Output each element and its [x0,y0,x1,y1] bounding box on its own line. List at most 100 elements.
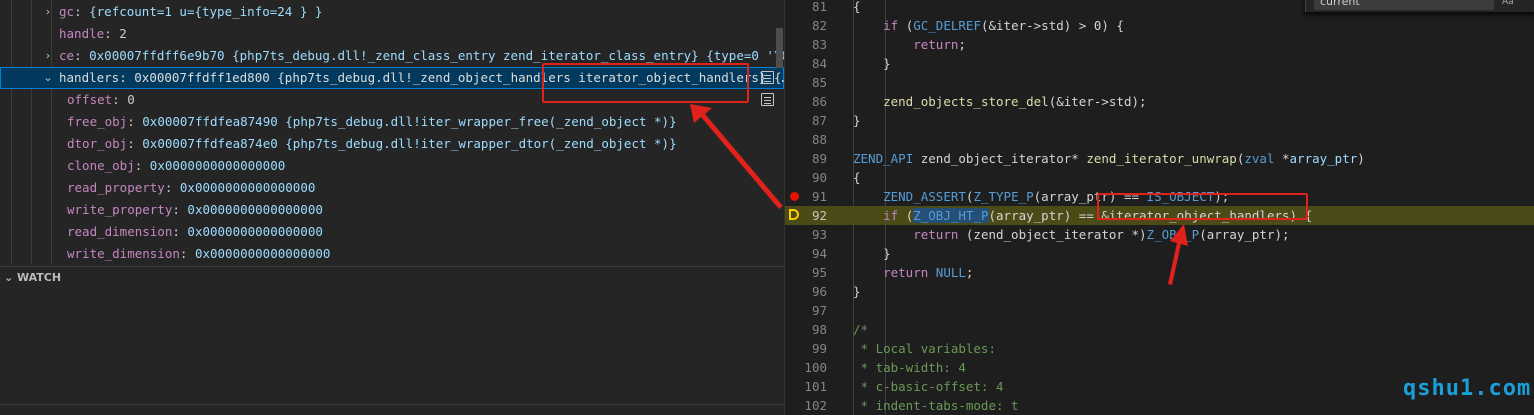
find-widget: current Aa [1305,0,1534,12]
line-number: 91 [811,189,827,204]
line-number: 101 [804,379,827,394]
name-value-separator: : [119,70,135,85]
code-line[interactable]: 94 } [785,244,1534,263]
panel-divider [0,404,784,405]
code-text: return (zend_object_iterator *)Z_OBJ_P(a… [913,227,1290,242]
variable-entry: read_property: 0x0000000000000000 [67,177,315,199]
match-case-toggle[interactable]: Aa [1502,0,1514,7]
code-line[interactable]: 88 [785,130,1534,149]
variable-name: handlers [59,70,120,85]
line-number: 89 [811,151,827,166]
name-value-separator: : [172,224,188,239]
variable-value: 0x0000000000000000 [194,246,331,261]
variable-row[interactable]: dtor_obj: 0x00007ffdfea874e0 {php7ts_deb… [0,133,784,155]
variable-name: ce [59,48,75,63]
variable-name: gc [59,4,75,19]
chevron-down-icon: ⌄ [4,271,14,284]
line-number: 94 [811,246,827,261]
variable-name: clone_obj [67,158,135,173]
variable-name: read_dimension [67,224,173,239]
variable-row[interactable]: clone_obj: 0x0000000000000000 [0,155,784,177]
variable-row[interactable]: write_dimension: 0x0000000000000000 [0,243,784,265]
code-line[interactable]: 95 return NULL; [785,263,1534,282]
variable-value: 0x00007ffdfea874e0 {php7ts_debug.dll!ite… [142,136,677,151]
code-line[interactable]: 83 return; [785,35,1534,54]
code-line[interactable]: 89 ZEND_API zend_object_iterator* zend_it… [785,149,1534,168]
variable-name: read_property [67,180,165,195]
variable-name: offset [67,92,113,107]
find-input[interactable]: current [1314,0,1494,10]
code-line[interactable]: 98 /* [785,320,1534,339]
variable-value: 0x00007ffdfea87490 {php7ts_debug.dll!ite… [142,114,677,129]
code-text: zend_objects_store_del(&iter->std); [883,94,1147,109]
variable-entry: dtor_obj: 0x00007ffdfea874e0 {php7ts_deb… [67,133,677,155]
variable-name: write_property [67,202,173,217]
variable-row[interactable]: handle: 2 [0,23,784,45]
code-text: } [853,284,861,299]
line-number: 98 [811,322,827,337]
code-line[interactable]: 93 return (zend_object_iterator *)Z_OBJ_… [785,225,1534,244]
code-text: * Local variables: [853,341,996,356]
chevron-right-icon[interactable]: › [41,1,55,23]
code-line[interactable]: 90 { [785,168,1534,187]
copy-value-icon[interactable] [761,71,774,84]
code-line[interactable]: 97 [785,301,1534,320]
variable-row[interactable]: read_dimension: 0x0000000000000000 [0,221,784,243]
variable-row[interactable]: write_property: 0x0000000000000000 [0,199,784,221]
watermark-text: qshu1.com [1403,376,1532,401]
variable-value: 2 [119,26,127,41]
code-line[interactable]: 86 zend_objects_store_del(&iter->std); [785,92,1534,111]
line-number: 97 [811,303,827,318]
code-text: } [853,56,891,71]
line-number: 88 [811,132,827,147]
code-text: { [853,0,861,14]
code-line[interactable]: 87} [785,111,1534,130]
line-number: 81 [811,0,827,14]
name-value-separator: : [172,202,188,217]
variable-value: 0x0000000000000000 [149,158,286,173]
annotation-box-handlers [542,63,749,103]
variable-row[interactable]: read_property: 0x0000000000000000 [0,177,784,199]
name-value-separator: : [112,92,128,107]
variable-name: write_dimension [67,246,180,261]
copy-value-icon[interactable] [761,93,774,106]
chevron-down-icon[interactable]: ⌄ [41,67,55,89]
variables-scrollbar[interactable] [776,28,783,68]
line-number: 85 [811,75,827,90]
variable-name: handle [59,26,105,41]
variable-entry: read_dimension: 0x0000000000000000 [67,221,323,243]
variable-entry: gc: {refcount=1 u={type_info=24 } } [59,1,322,23]
line-number: 102 [804,398,827,413]
code-line[interactable]: 84 } [785,54,1534,73]
name-value-separator: : [164,180,180,195]
watch-section-header[interactable]: ⌄ WATCH [0,266,784,289]
line-number: 90 [811,170,827,185]
variable-entry: write_property: 0x0000000000000000 [67,199,323,221]
code-line[interactable]: 100 * tab-width: 4 [785,358,1534,377]
code-text: } [853,113,861,128]
line-number: 92 [811,208,827,223]
line-number: 95 [811,265,827,280]
variable-value: {refcount=1 u={type_info=24 } } [89,4,323,19]
variable-entry: offset: 0 [67,89,135,111]
annotation-box-code [1097,193,1308,220]
code-line[interactable]: 99 * Local variables: [785,339,1534,358]
code-line[interactable]: 96} [785,282,1534,301]
line-number: 87 [811,113,827,128]
name-value-separator: : [127,136,143,151]
line-number: 83 [811,37,827,52]
name-value-separator: : [134,158,150,173]
code-text: } [853,246,891,261]
variable-row[interactable]: › gc: {refcount=1 u={type_info=24 } } [0,1,784,23]
watch-section-title: WATCH [17,271,62,284]
variable-entry: clone_obj: 0x0000000000000000 [67,155,285,177]
code-line[interactable]: 82 if (GC_DELREF(&iter->std) > 0) { [785,16,1534,35]
line-number: 93 [811,227,827,242]
variable-row[interactable]: free_obj: 0x00007ffdfea87490 {php7ts_deb… [0,111,784,133]
chevron-right-icon[interactable]: › [41,45,55,67]
code-text: { [853,170,861,185]
code-line[interactable]: 85 [785,73,1534,92]
code-text: * tab-width: 4 [853,360,966,375]
variable-value: 0x0000000000000000 [187,224,323,239]
name-value-separator: : [179,246,195,261]
